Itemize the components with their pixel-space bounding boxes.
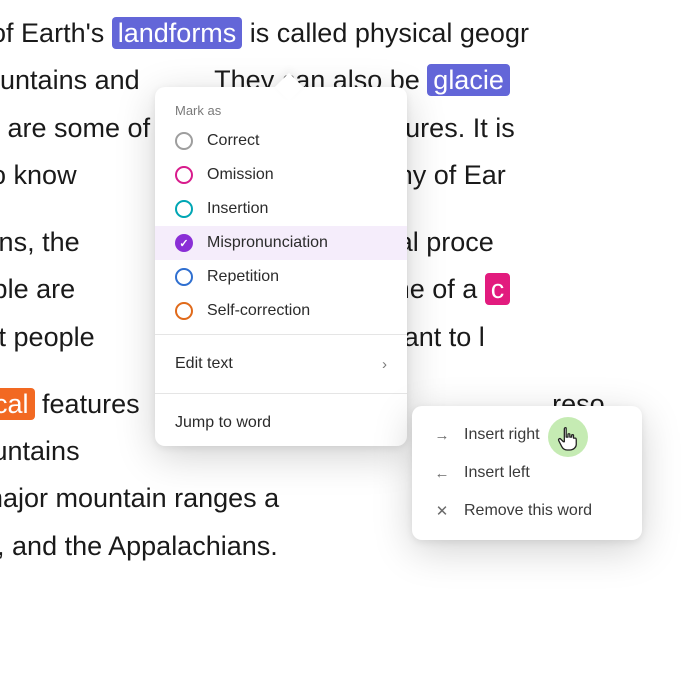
highlighted-word-c[interactable]: c — [485, 273, 511, 305]
highlighted-word-glacie[interactable]: glacie — [427, 64, 510, 96]
divider — [155, 393, 407, 394]
close-icon: ✕ — [434, 502, 450, 520]
insert-right-action[interactable]: → Insert right — [412, 416, 642, 454]
option-label: Repetition — [207, 268, 279, 286]
radio-icon — [175, 200, 193, 218]
remove-word-action[interactable]: ✕ Remove this word — [412, 492, 642, 530]
option-label: Correct — [207, 132, 259, 150]
mark-option-mispronunciation[interactable]: Mispronunciation — [155, 226, 407, 260]
passage-text: is called physical geogr — [242, 18, 529, 48]
option-label: Insertion — [207, 200, 268, 218]
mark-option-insertion[interactable]: Insertion — [155, 192, 407, 226]
radio-icon — [175, 302, 193, 320]
insert-left-action[interactable]: ← Insert left — [412, 454, 642, 492]
submenu-label: Insert left — [464, 464, 530, 482]
edit-text-submenu: → Insert right ← Insert left ✕ Remove th… — [412, 406, 642, 540]
highlighted-word-landforms[interactable]: landforms — [112, 17, 243, 49]
radio-icon — [175, 132, 193, 150]
highlighted-word-hysical[interactable]: hysical — [0, 388, 35, 420]
jump-to-word-action[interactable]: Jump to word — [155, 400, 407, 446]
option-label: Omission — [207, 166, 274, 184]
chevron-right-icon: › — [382, 356, 387, 373]
divider — [155, 334, 407, 335]
mark-option-repetition[interactable]: Repetition — [155, 260, 407, 294]
radio-icon — [175, 166, 193, 184]
option-label: Mispronunciation — [207, 234, 328, 252]
passage-text: tains, and the Appalachians. — [0, 531, 278, 561]
radio-icon — [175, 268, 193, 286]
action-label: Jump to word — [175, 414, 271, 432]
passage-text: udy of Earth's — [0, 18, 112, 48]
mark-option-self-correction[interactable]: Self-correction — [155, 294, 407, 328]
action-label: Edit text — [175, 355, 233, 373]
arrow-right-icon: → — [434, 427, 450, 444]
arrow-left-icon: ← — [434, 465, 450, 482]
mark-as-popover: Mark as Correct Omission Insertion Mispr… — [155, 87, 407, 446]
mark-option-omission[interactable]: Omission — [155, 158, 407, 192]
popover-section-label: Mark as — [155, 91, 407, 124]
radio-icon-selected — [175, 234, 193, 252]
option-label: Self-correction — [207, 302, 310, 320]
edit-text-action[interactable]: Edit text › — [155, 341, 407, 387]
submenu-label: Remove this word — [464, 502, 592, 520]
submenu-label: Insert right — [464, 426, 540, 444]
mark-option-correct[interactable]: Correct — [155, 124, 407, 158]
